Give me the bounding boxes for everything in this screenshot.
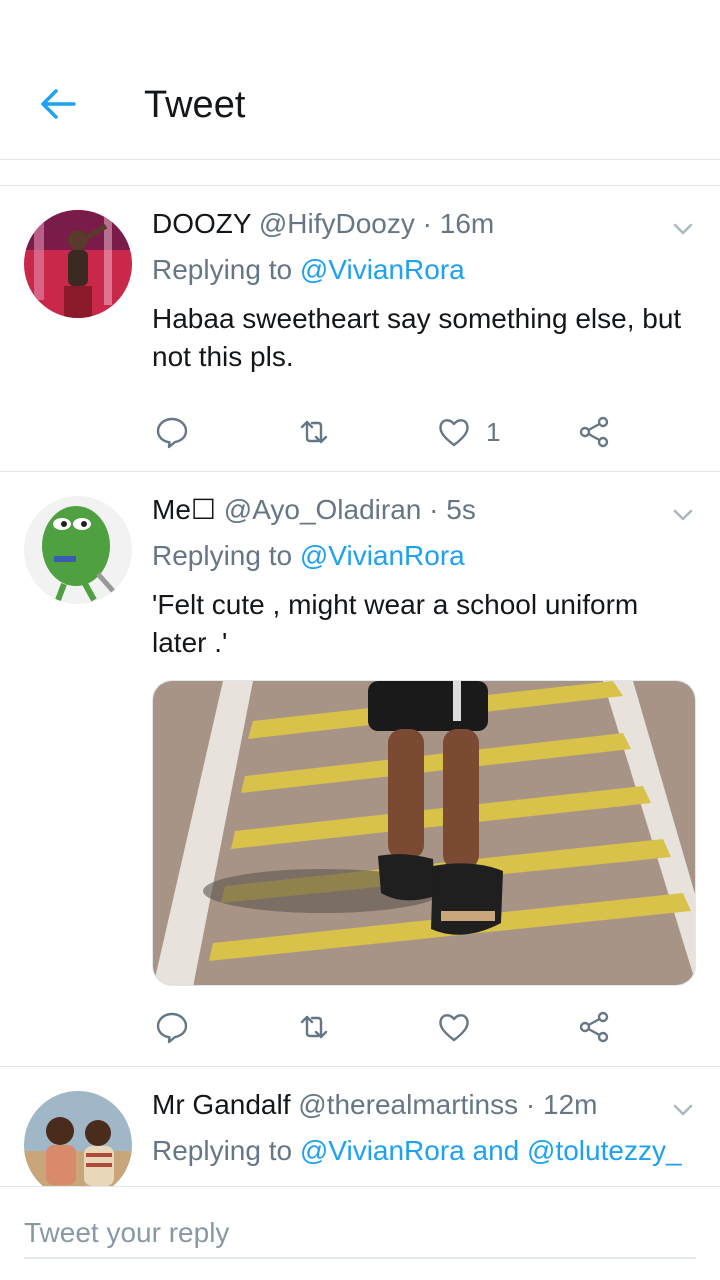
user-handle[interactable]: @HifyDoozy (259, 208, 415, 239)
mention-link[interactable]: @VivianRora (300, 254, 465, 285)
app-header: Tweet (0, 0, 720, 160)
replying-to: Replying to @VivianRora (152, 252, 696, 288)
heart-icon (439, 1014, 469, 1042)
back-button[interactable] (36, 82, 80, 126)
share-button[interactable] (576, 412, 612, 452)
chevron-down-icon[interactable] (668, 500, 698, 530)
like-button[interactable]: 1 (436, 412, 500, 452)
retweet-icon (300, 1015, 328, 1039)
tweet-actions: 1 (152, 412, 630, 452)
chevron-down-icon[interactable] (668, 214, 698, 244)
tweet-meta: DOOZY @HifyDoozy · 16m (152, 206, 696, 242)
tweet-ayo[interactable]: Me☐ @Ayo_Oladiran · 5s Replying to @Vivi… (0, 472, 720, 1067)
mention-link[interactable]: @VivianRora (300, 540, 465, 571)
display-name[interactable]: DOOZY (152, 208, 251, 239)
display-name[interactable]: Me☐ (152, 494, 216, 525)
tweet-doozy[interactable]: DOOZY @HifyDoozy · 16m Replying to @Vivi… (0, 186, 720, 472)
reply-icon (156, 417, 188, 449)
heart-icon (439, 419, 469, 447)
tweet-meta: Mr Gandalf @therealmartinss · 12m (152, 1087, 696, 1123)
arrow-left-icon (41, 89, 76, 119)
avatar[interactable] (24, 496, 132, 604)
retweet-icon (300, 420, 328, 444)
tweet-meta: Me☐ @Ayo_Oladiran · 5s (152, 492, 696, 528)
tweet-actions (152, 1007, 630, 1047)
replying-prefix: Replying to (152, 1135, 293, 1166)
separator: · (422, 208, 432, 239)
avatar[interactable] (24, 1091, 132, 1186)
tweet-photo[interactable] (152, 680, 696, 986)
replying-to: Replying to @VivianRora (152, 538, 696, 574)
user-handle[interactable]: @therealmartinss (298, 1089, 518, 1120)
share-button[interactable] (576, 1007, 612, 1047)
reply-button[interactable] (154, 1007, 190, 1047)
reply-button[interactable] (154, 412, 190, 452)
like-button[interactable] (436, 1007, 472, 1047)
tweet-text: Habaa sweetheart say something else, but… (152, 303, 682, 372)
timestamp: 12m (543, 1089, 598, 1120)
timestamp: 5s (446, 494, 476, 525)
mention-link[interactable]: @VivianRora and @tolutezzy_ (300, 1135, 682, 1166)
reply-composer (0, 1186, 720, 1280)
retweet-button[interactable] (296, 412, 332, 452)
share-icon (579, 1011, 609, 1043)
display-name[interactable]: Mr Gandalf (152, 1089, 291, 1120)
page-title: Tweet (144, 84, 246, 126)
reply-input[interactable] (24, 1209, 696, 1259)
replying-to: Replying to @VivianRora and @tolutezzy_ (152, 1133, 696, 1169)
tweet-text: 'Felt cute , might wear a school uniform… (152, 589, 639, 658)
share-icon (579, 416, 609, 448)
separator: · (429, 494, 439, 525)
like-count: 1 (486, 416, 501, 447)
replying-prefix: Replying to (152, 254, 293, 285)
chevron-down-icon[interactable] (668, 1095, 698, 1125)
reply-icon (156, 1012, 188, 1044)
tweet-gandalf[interactable]: Mr Gandalf @therealmartinss · 12m Replyi… (0, 1067, 720, 1186)
replying-prefix: Replying to (152, 540, 293, 571)
avatar[interactable] (24, 210, 132, 318)
timestamp: 16m (439, 208, 495, 239)
retweet-button[interactable] (296, 1007, 332, 1047)
separator: · (525, 1089, 536, 1120)
user-handle[interactable]: @Ayo_Oladiran (224, 494, 422, 525)
